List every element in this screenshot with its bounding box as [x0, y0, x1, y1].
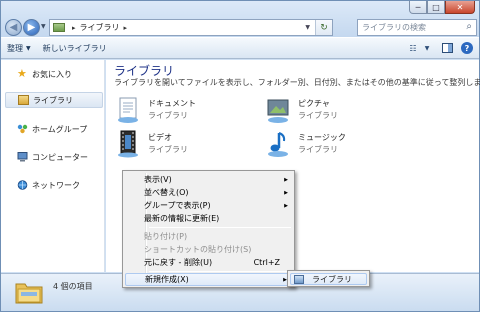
nav-item-label: お気に入り: [32, 69, 72, 79]
submenu-item-label: ライブラリ: [312, 274, 352, 284]
nav-item-network[interactable]: ネットワーク: [5, 177, 103, 193]
pictures-icon: [264, 96, 292, 124]
preview-pane-icon[interactable]: [441, 42, 453, 54]
submenu-item-new-library[interactable]: ライブラリ: [290, 273, 367, 285]
library-item-documents[interactable]: ドキュメント ライブラリ: [114, 96, 244, 126]
menu-item-label: 元に戻す - 削除(U): [144, 258, 213, 267]
breadcrumb-libraries[interactable]: ライブラリ: [80, 22, 120, 33]
page-description: ライブラリを開いてファイルを表示し、フォルダー別、日付別、またはその他の基準に従…: [114, 78, 480, 87]
menu-item-label: 最新の情報に更新(E): [144, 214, 220, 223]
videos-icon: [114, 130, 142, 158]
title-bar: ─ □ ✕ ◀ ▶ ▼ ▸ ライブラリ ▸ ▼ ↻ ライブラリの検索 ⌕: [1, 1, 479, 37]
nav-item-label: ライブラリ: [33, 95, 73, 105]
address-history-dropdown-icon[interactable]: ▼: [305, 24, 310, 31]
toolbar-right-group: ☷ ▼ ?: [407, 42, 473, 54]
new-submenu: ライブラリ: [287, 270, 370, 287]
minimize-button[interactable]: ─: [409, 1, 427, 14]
menu-item-refresh[interactable]: 最新の情報に更新(E): [125, 212, 292, 225]
library-type: ライブラリ: [148, 145, 188, 154]
help-icon[interactable]: ?: [461, 42, 473, 54]
forward-arrow-icon: ▶: [27, 22, 36, 33]
library-name: ミュージック: [298, 133, 346, 142]
library-name: ドキュメント: [148, 99, 196, 108]
nav-item-computer[interactable]: コンピューター: [5, 149, 103, 165]
organize-button[interactable]: 整理 ▼: [1, 38, 37, 58]
nav-item-label: ホームグループ: [32, 124, 88, 134]
menu-separator: [149, 227, 291, 228]
forward-button[interactable]: ▶: [23, 19, 40, 36]
menu-item-shortcut: Ctrl+Z: [253, 258, 280, 267]
library-type: ライブラリ: [148, 111, 188, 120]
library-icon: [18, 95, 29, 105]
library-icon: [53, 23, 65, 32]
submenu-arrow-icon: ▶: [284, 189, 288, 196]
library-item-music[interactable]: ミュージック ライブラリ: [264, 130, 394, 160]
nav-item-label: ネットワーク: [32, 180, 80, 190]
search-icon[interactable]: ⌕: [466, 21, 472, 32]
menu-item-sort[interactable]: 並べ替え(O) ▶: [125, 186, 292, 199]
menu-item-new[interactable]: 新規作成(X) ▶: [125, 273, 292, 286]
organize-label: 整理: [7, 43, 23, 53]
item-count: 4 個の項目: [53, 282, 93, 291]
menu-item-label: グループで表示(P): [144, 201, 211, 210]
menu-item-label: 新規作成(X): [145, 275, 189, 284]
nav-item-label: コンピューター: [32, 152, 88, 162]
menu-item-undo-delete[interactable]: 元に戻す - 削除(U) Ctrl+Z: [125, 256, 292, 269]
recent-pages-dropdown-icon[interactable]: ▼: [41, 23, 46, 30]
library-item-pictures[interactable]: ピクチャ ライブラリ: [264, 96, 394, 126]
submenu-arrow-icon: ▶: [284, 176, 288, 183]
nav-item-favorites[interactable]: ★ お気に入り: [5, 66, 103, 82]
homegroup-icon: [17, 124, 28, 134]
menu-item-label: ショートカットの貼り付け(S): [144, 245, 252, 254]
chevron-down-icon: ▼: [26, 44, 31, 52]
menu-separator: [149, 271, 291, 272]
address-bar[interactable]: ▸ ライブラリ ▸ ▼ ↻: [49, 19, 333, 36]
context-menu: 表示(V) ▶ 並べ替え(O) ▶ グループで表示(P) ▶ 最新の情報に更新(…: [122, 170, 295, 288]
submenu-arrow-icon: ▶: [284, 202, 288, 209]
back-button[interactable]: ◀: [5, 19, 22, 36]
search-input[interactable]: ライブラリの検索 ⌕: [357, 19, 477, 36]
window-controls: ─ □ ✕: [409, 1, 475, 15]
library-name: ピクチャ: [298, 99, 330, 108]
refresh-button[interactable]: ↻: [315, 20, 332, 35]
menu-item-label: 貼り付け(P): [144, 232, 188, 241]
nav-item-libraries[interactable]: ライブラリ: [5, 92, 103, 108]
nav-item-homegroup[interactable]: ホームグループ: [5, 121, 103, 137]
menu-item-paste: 貼り付け(P): [125, 230, 292, 243]
star-icon: ★: [17, 67, 27, 80]
new-library-button[interactable]: 新しいライブラリ: [37, 38, 113, 58]
computer-icon: [17, 152, 28, 162]
breadcrumb-separator-icon[interactable]: ▸: [72, 24, 76, 32]
maximize-button[interactable]: □: [427, 1, 445, 14]
library-type: ライブラリ: [298, 145, 338, 154]
library-type: ライブラリ: [298, 111, 338, 120]
menu-item-group-by[interactable]: グループで表示(P) ▶: [125, 199, 292, 212]
refresh-icon: ↻: [320, 22, 328, 33]
command-bar: 整理 ▼ 新しいライブラリ ☷ ▼ ?: [1, 37, 479, 59]
library-folder-icon: [15, 280, 43, 304]
close-button[interactable]: ✕: [445, 1, 475, 14]
view-options-icon[interactable]: ☷: [407, 42, 419, 54]
menu-item-paste-shortcut: ショートカットの貼り付け(S): [125, 243, 292, 256]
new-library-label: 新しいライブラリ: [42, 43, 107, 53]
menu-item-label: 表示(V): [144, 175, 172, 184]
network-icon: [17, 180, 28, 190]
back-arrow-icon: ◀: [9, 22, 18, 33]
menu-item-view[interactable]: 表示(V) ▶: [125, 173, 292, 186]
menu-item-label: 並べ替え(O): [144, 188, 189, 197]
library-item-videos[interactable]: ビデオ ライブラリ: [114, 130, 244, 160]
library-icon: [294, 274, 304, 284]
view-dropdown-icon[interactable]: ▼: [421, 42, 433, 54]
breadcrumb-separator-icon[interactable]: ▸: [124, 24, 128, 32]
library-name: ビデオ: [148, 133, 172, 142]
navigation-pane: ★ お気に入り ライブラリ ホームグループ コンピューター ネットワーク: [1, 60, 105, 272]
documents-icon: [114, 96, 142, 124]
music-icon: [264, 130, 292, 158]
search-placeholder: ライブラリの検索: [362, 23, 426, 32]
